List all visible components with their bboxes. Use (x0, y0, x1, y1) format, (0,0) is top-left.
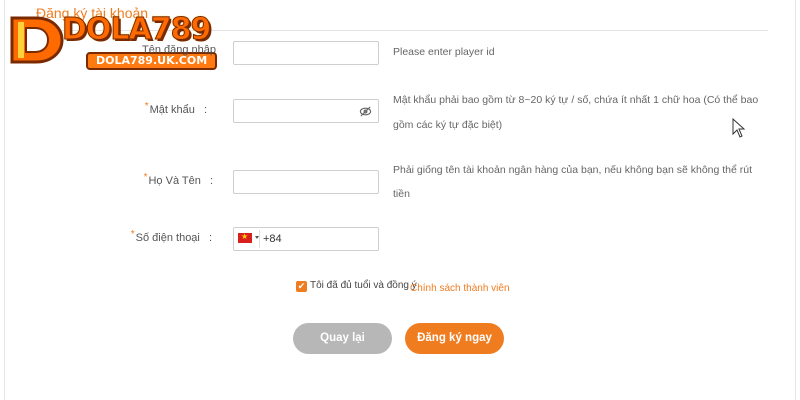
eye-slash-icon[interactable] (359, 105, 372, 118)
username-label: Tên đăng nhập (141, 44, 216, 56)
username-input[interactable] (233, 41, 379, 65)
password-input[interactable] (233, 99, 379, 123)
fullname-hint-line1: Phải giống tên tài khoản ngân hàng của b… (393, 164, 753, 176)
brand-logo: DOLA789 DOLA789.UK.COM (6, 10, 236, 74)
country-selector[interactable]: ★ (238, 232, 259, 245)
fullname-label: *Họ Và Tên : (143, 172, 213, 187)
password-label: *Mật khẩu : (144, 101, 207, 116)
member-policy-link[interactable]: Chính sách thành viên (410, 283, 510, 294)
mouse-cursor-icon (732, 118, 746, 138)
username-hint: Please enter player id (393, 46, 495, 58)
register-button[interactable]: Đăng ký ngay (405, 323, 504, 354)
phone-divider (259, 230, 260, 248)
check-icon: ✔ (297, 281, 306, 291)
phone-label: *Số điện thoại : (130, 229, 212, 244)
fullname-input[interactable] (233, 170, 379, 194)
password-hint-line1: Mật khẩu phải bao gồm từ 8~20 ký tự / số… (393, 94, 759, 106)
password-hint-line2: gồm các ký tự đặc biệt) (393, 119, 503, 131)
agree-checkbox[interactable]: ✔ (296, 281, 307, 292)
fullname-hint-line2: tiền (393, 188, 410, 200)
back-button[interactable]: Quay lại (293, 323, 392, 354)
agree-text: Tôi đã đủ tuổi và đồng ý (310, 280, 417, 291)
country-code: +84 (263, 233, 282, 245)
logo-wordmark: DOLA789 (61, 12, 211, 48)
vietnam-flag-icon: ★ (238, 232, 252, 243)
phone-input[interactable]: ★ +84 (233, 227, 379, 251)
logo-d-icon (10, 16, 64, 64)
